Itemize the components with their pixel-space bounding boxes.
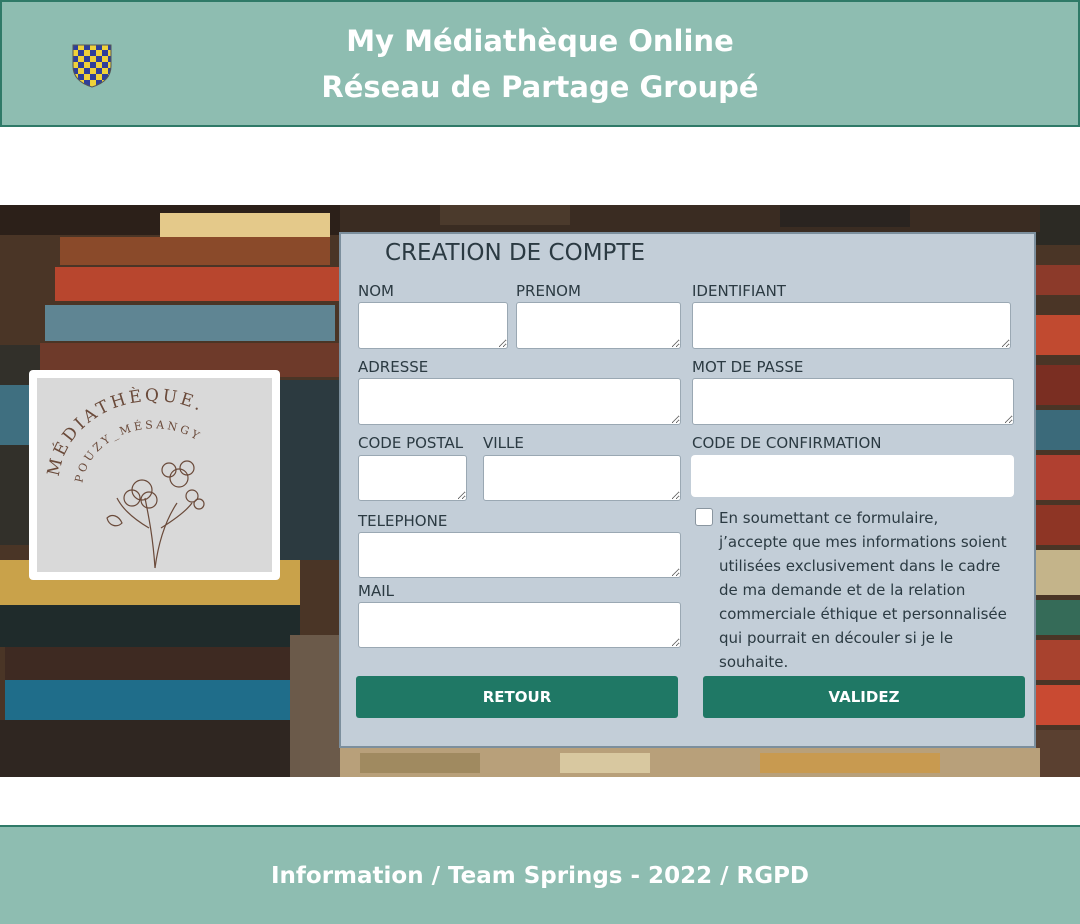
form-title: CREATION DE COMPTE [385, 240, 645, 266]
ville-field[interactable] [483, 455, 681, 501]
flower-logo-icon: MÉDIATHÈQUE. POUZY_MÉSANGY [44, 385, 205, 569]
code-postal-label: CODE POSTAL [358, 434, 464, 452]
mail-label: MAIL [358, 582, 394, 600]
crest-icon [72, 44, 112, 88]
nom-label: NOM [358, 282, 394, 300]
retour-button[interactable]: RETOUR [356, 676, 678, 718]
consent-text: En soumettant ce formulaire, j’accepte q… [719, 509, 1007, 671]
adresse-field[interactable] [358, 378, 681, 425]
telephone-field[interactable] [358, 532, 681, 578]
site-title: My Médiathèque Online [346, 23, 734, 58]
identifiant-label: IDENTIFIANT [692, 282, 786, 300]
code-confirmation-label: CODE DE CONFIRMATION [692, 434, 882, 452]
ville-label: VILLE [483, 434, 524, 452]
validez-button[interactable]: VALIDEZ [703, 676, 1025, 718]
telephone-label: TELEPHONE [358, 512, 448, 530]
mediatheque-logo-card: MÉDIATHÈQUE. POUZY_MÉSANGY [29, 370, 280, 580]
site-footer: Information / Team Springs - 2022 / RGPD [0, 825, 1080, 924]
mail-field[interactable] [358, 602, 681, 648]
identifiant-field[interactable] [692, 302, 1011, 349]
site-subtitle: Réseau de Partage Groupé [321, 69, 759, 104]
prenom-field[interactable] [516, 302, 681, 349]
consent-checkbox[interactable] [695, 508, 713, 526]
password-field[interactable] [692, 378, 1014, 425]
adresse-label: ADRESSE [358, 358, 429, 376]
footer-text[interactable]: Information / Team Springs - 2022 / RGPD [271, 863, 809, 889]
mediatheque-logo: MÉDIATHÈQUE. POUZY_MÉSANGY [37, 378, 272, 572]
nom-field[interactable] [358, 302, 508, 349]
site-header: My Médiathèque Online Réseau de Partage … [0, 0, 1080, 127]
mot-de-passe-label: MOT DE PASSE [692, 358, 804, 376]
prenom-label: PRENOM [516, 282, 581, 300]
code-confirmation-field[interactable] [691, 455, 1014, 497]
code-postal-field[interactable] [358, 455, 467, 501]
account-creation-form: CREATION DE COMPTE NOM PRENOM IDENTIFIAN… [339, 232, 1036, 748]
